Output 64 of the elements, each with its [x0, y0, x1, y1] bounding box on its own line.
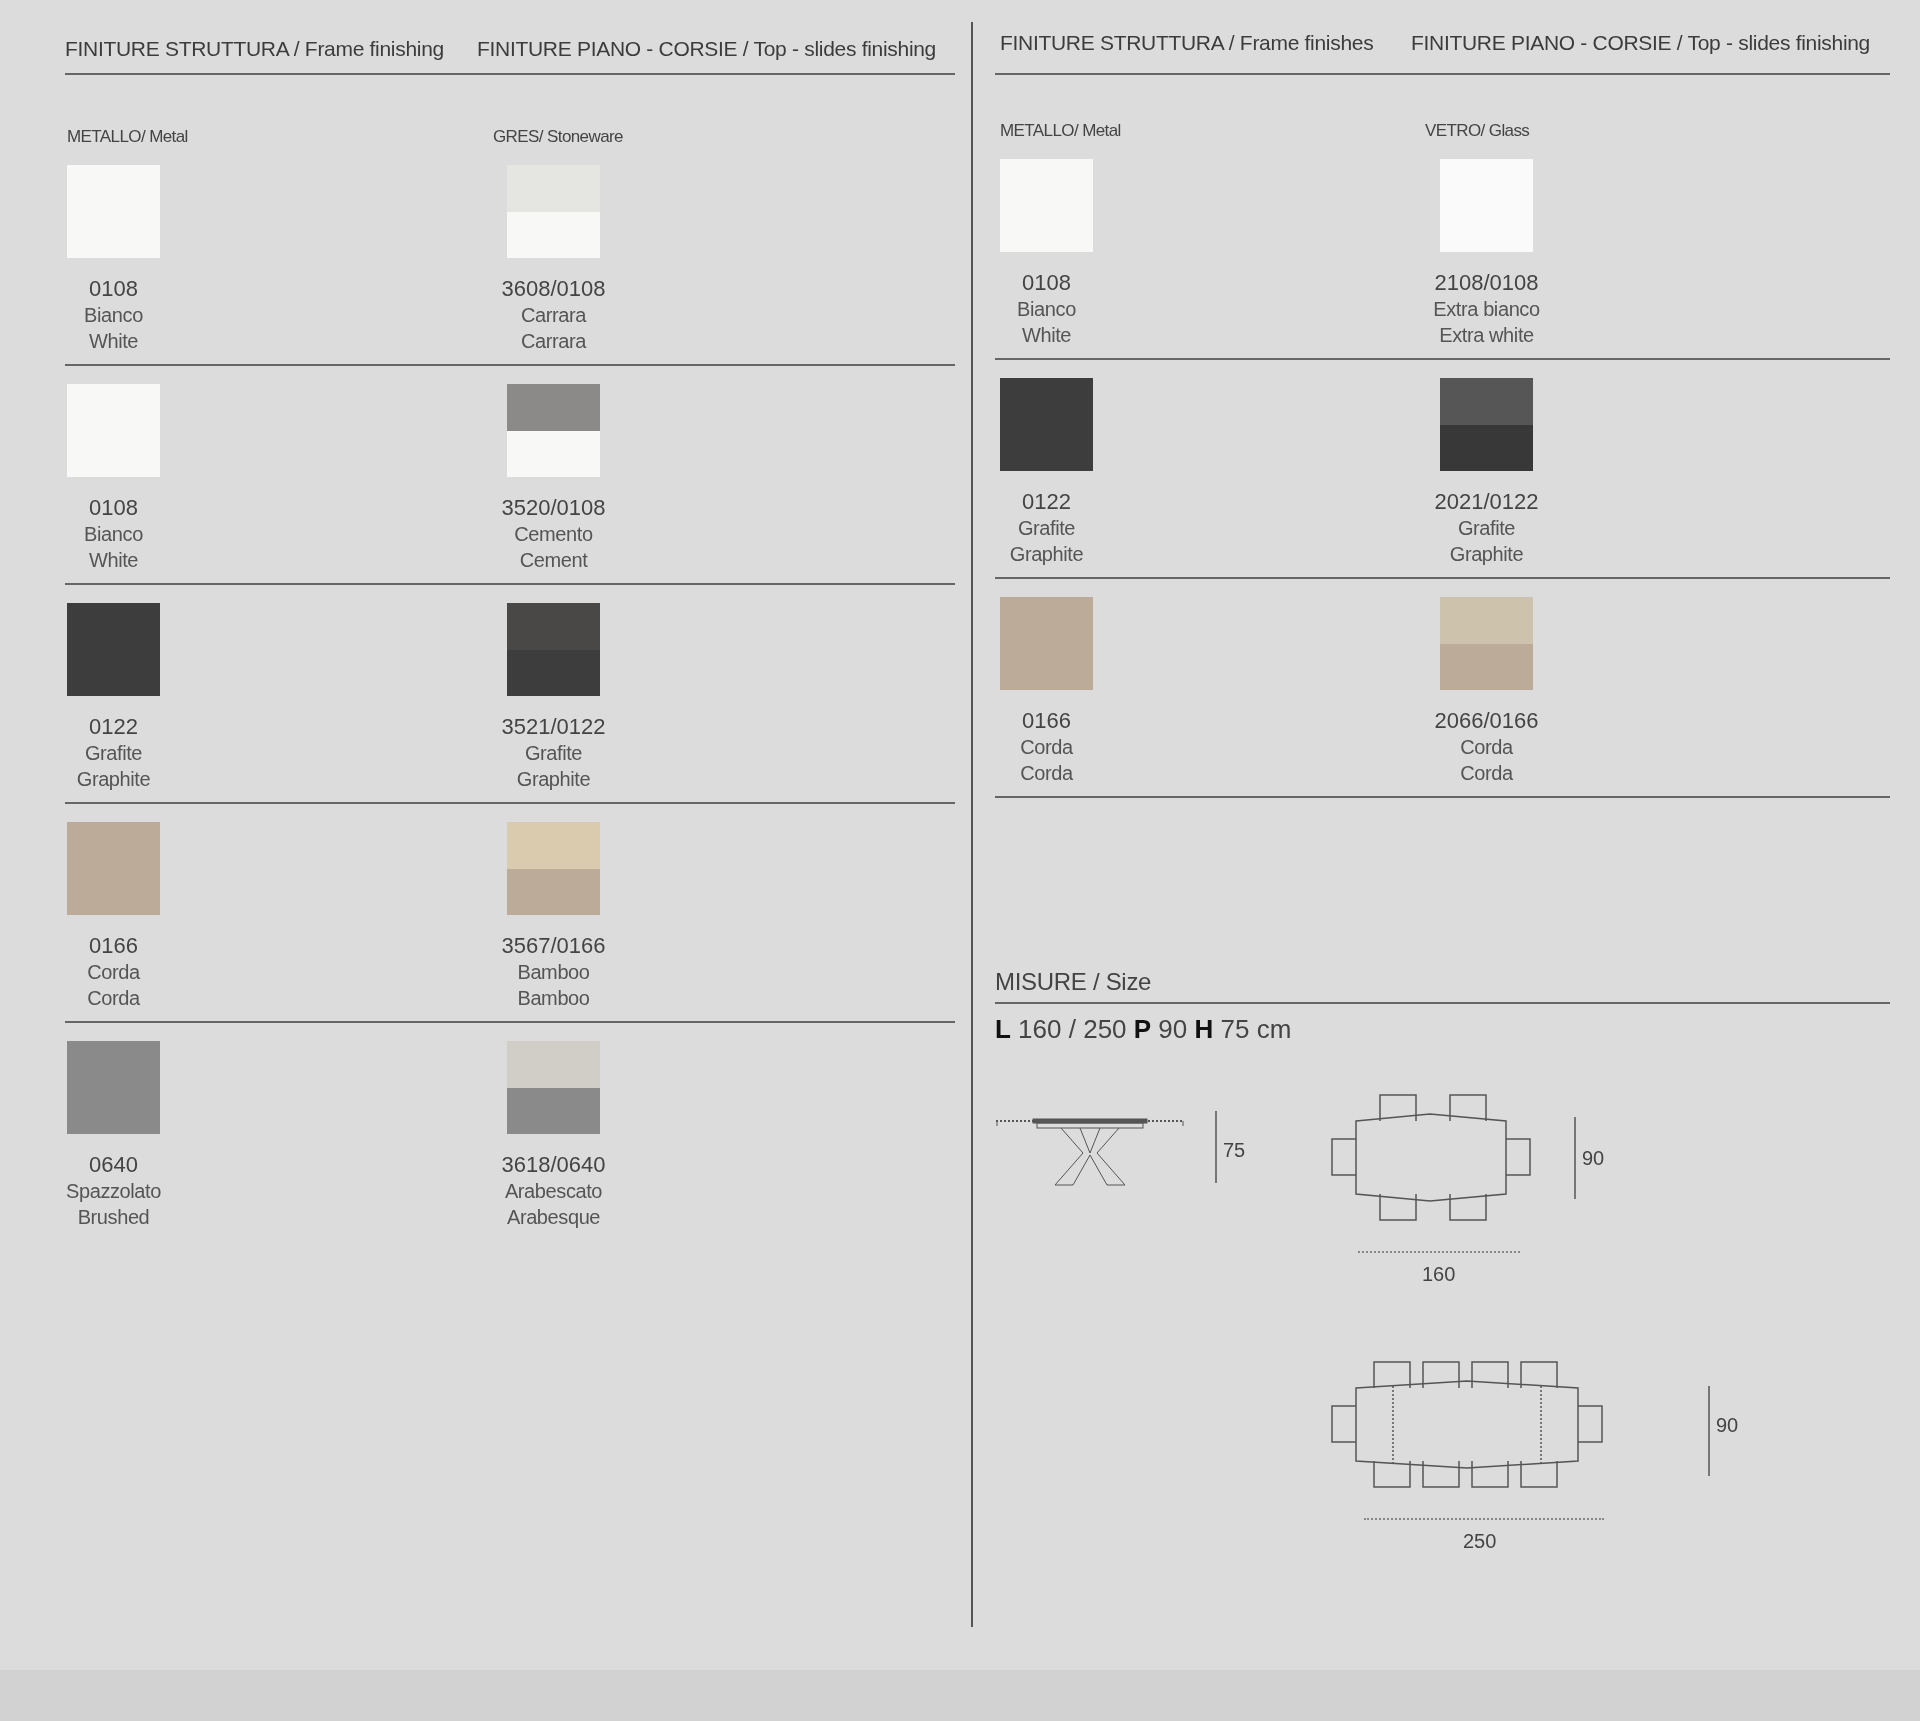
finish-code: 2108/0108 [1434, 269, 1539, 296]
finish-name: Corda [1460, 761, 1513, 786]
finish-name: Arabescato [504, 1179, 603, 1204]
dimension-label: 160 [1422, 1263, 1456, 1286]
dimension-label: 90 [1716, 1414, 1739, 1437]
finish-name: Bamboo [517, 960, 590, 985]
dimension-label: 90 [1582, 1147, 1605, 1170]
finish-code: 0640 [89, 1151, 138, 1178]
finish-name: White [88, 548, 139, 573]
finish-code: 0166 [89, 932, 138, 959]
finish-code: 0108 [89, 494, 138, 521]
material-label: METALLO/ Metal [67, 127, 189, 147]
finish-name: Grafite [524, 741, 583, 766]
material-label: VETRO/ Glass [1425, 121, 1531, 141]
finish-name: Extra bianco [1433, 297, 1540, 322]
finish-code: 2066/0166 [1434, 707, 1539, 734]
finish-code: 0166 [1022, 707, 1071, 734]
finish-name: Brushed [77, 1205, 150, 1230]
finish-name: Corda [1020, 735, 1073, 760]
finish-code: 0122 [89, 713, 138, 740]
finish-name: Graphite [1009, 542, 1084, 567]
finish-name: Bianco [84, 522, 143, 547]
finish-code: 0122 [1022, 488, 1071, 515]
finish-name: Graphite [516, 767, 591, 792]
finish-name: Grafite [1457, 516, 1516, 541]
material-label: GRES/ Stoneware [493, 127, 624, 147]
finish-name: Corda [1460, 735, 1513, 760]
finish-name: Corda [87, 986, 140, 1011]
section-heading: FINITURE PIANO - CORSIE / Top - slides finishing [477, 37, 937, 61]
finish-name: Carrara [521, 329, 586, 354]
finish-name: Arabesque [506, 1205, 601, 1230]
finish-code: 0108 [1022, 269, 1071, 296]
size-title: MISURE / Size [995, 968, 1890, 1004]
finish-name: Cement [519, 548, 588, 573]
finish-name: Grafite [1017, 516, 1076, 541]
dimensions-text: L 160 / 250 P 90 H 75 cm [995, 1014, 1293, 1045]
finish-name: Bamboo [517, 986, 590, 1011]
dimension-line [1215, 1111, 1217, 1183]
material-label: METALLO/ Metal [1000, 121, 1122, 141]
finish-code: 2021/0122 [1434, 488, 1539, 515]
finish-name: Extra white [1439, 323, 1534, 348]
finish-code: 3567/0166 [501, 932, 606, 959]
finish-name: Corda [87, 960, 140, 985]
section-heading: FINITURE STRUTTURA / Frame finishing [65, 37, 445, 61]
finish-name: Bianco [1017, 297, 1076, 322]
finish-name: Carrara [521, 303, 586, 328]
finish-code: 3521/0122 [501, 713, 606, 740]
finish-code: 3520/0108 [501, 494, 606, 521]
finish-name: White [1021, 323, 1072, 348]
section-heading: FINITURE PIANO - CORSIE / Top - slides finishing [1411, 31, 1871, 55]
finish-name: Bianco [84, 303, 143, 328]
finish-name: Spazzolato [66, 1179, 161, 1204]
finish-code: 3618/0640 [501, 1151, 606, 1178]
finish-code: 3608/0108 [501, 275, 606, 302]
dimension-label: 75 [1223, 1139, 1246, 1162]
finish-name: Graphite [76, 767, 151, 792]
finish-name: White [88, 329, 139, 354]
dimension-label: 250 [1463, 1530, 1497, 1553]
finish-name: Graphite [1449, 542, 1524, 567]
finish-name: Grafite [84, 741, 143, 766]
finish-name: Cemento [514, 522, 593, 547]
section-heading: FINITURE STRUTTURA / Frame finishes [1000, 31, 1375, 55]
finish-name: Corda [1020, 761, 1073, 786]
finish-code: 0108 [89, 275, 138, 302]
